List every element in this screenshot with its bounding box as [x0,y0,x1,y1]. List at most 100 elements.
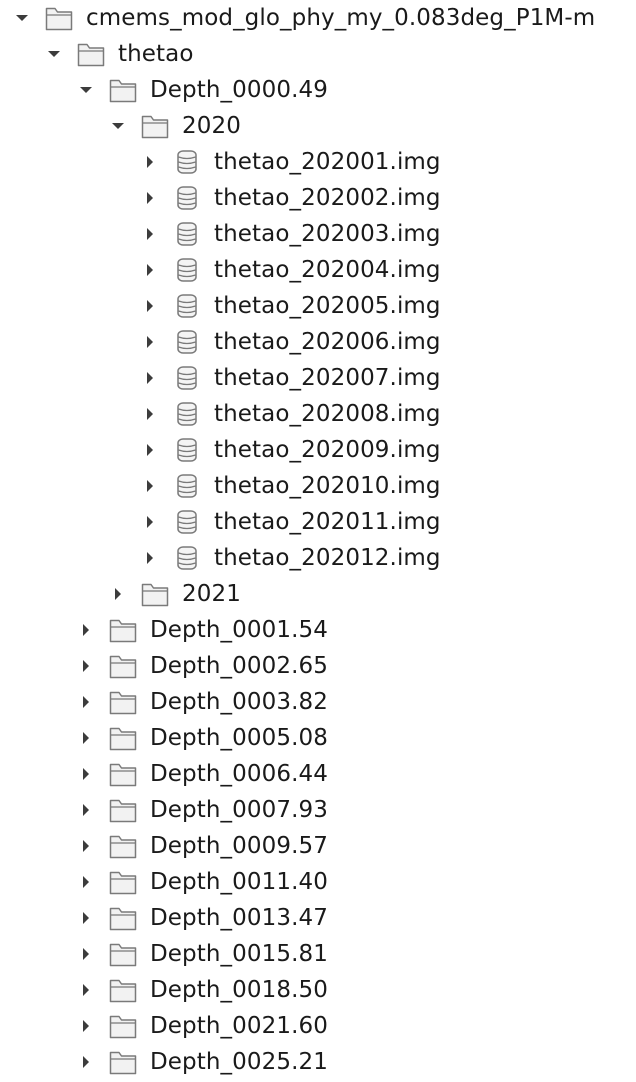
folder-icon [108,76,138,104]
chevron-right-icon[interactable] [76,872,96,892]
tree-item-folder[interactable]: Depth_0005.08 [0,720,636,756]
chevron-right-icon[interactable] [76,656,96,676]
tree-item-raster-layer[interactable]: thetao_202005.img [0,288,636,324]
chevron-right-icon[interactable] [140,476,160,496]
folder-icon [108,940,138,968]
tree-item-folder[interactable]: Depth_0001.54 [0,612,636,648]
tree-item-label: thetao_202011.img [214,509,441,535]
tree-item-label: Depth_0015.81 [150,941,328,967]
tree-item-raster-layer[interactable]: thetao_202002.img [0,180,636,216]
tree-item-label: 2020 [182,113,241,139]
tree-item-label: thetao_202006.img [214,329,441,355]
tree-item-label: Depth_0021.60 [150,1013,328,1039]
chevron-right-icon[interactable] [140,368,160,388]
chevron-right-icon[interactable] [76,764,96,784]
chevron-right-icon[interactable] [140,152,160,172]
chevron-right-icon[interactable] [76,800,96,820]
tree-item-label: 2021 [182,581,241,607]
tree-item-folder[interactable]: 2020 [0,108,636,144]
tree-item-raster-layer[interactable]: thetao_202004.img [0,252,636,288]
tree-item-raster-layer[interactable]: thetao_202006.img [0,324,636,360]
tree-item-label: Depth_0007.93 [150,797,328,823]
chevron-right-icon[interactable] [76,836,96,856]
tree-item-folder[interactable]: Depth_0025.21 [0,1044,636,1080]
chevron-right-icon[interactable] [140,224,160,244]
folder-icon [140,112,170,140]
tree-item-folder[interactable]: Depth_0011.40 [0,864,636,900]
tree-item-label: thetao_202004.img [214,257,441,283]
chevron-down-icon[interactable] [44,44,64,64]
tree-item-label: thetao_202012.img [214,545,441,571]
chevron-right-icon[interactable] [76,620,96,640]
chevron-right-icon[interactable] [76,944,96,964]
chevron-down-icon[interactable] [76,80,96,100]
folder-icon [108,1012,138,1040]
folder-icon [108,616,138,644]
tree-item-label: thetao_202008.img [214,401,441,427]
folder-icon [108,904,138,932]
tree-item-folder[interactable]: Depth_0021.60 [0,1008,636,1044]
tree-item-label: Depth_0003.82 [150,689,328,715]
tree-item-raster-layer[interactable]: thetao_202010.img [0,468,636,504]
chevron-right-icon[interactable] [108,584,128,604]
chevron-right-icon[interactable] [76,728,96,748]
chevron-right-icon[interactable] [76,980,96,1000]
tree-item-label: Depth_0011.40 [150,869,328,895]
chevron-right-icon[interactable] [140,440,160,460]
tree-item-raster-layer[interactable]: thetao_202011.img [0,504,636,540]
tree-item-raster-layer[interactable]: thetao_202001.img [0,144,636,180]
tree-item-raster-layer[interactable]: thetao_202008.img [0,396,636,432]
tree-item-folder[interactable]: Depth_0015.81 [0,936,636,972]
raster-layer-icon [172,364,202,392]
chevron-right-icon[interactable] [76,692,96,712]
chevron-right-icon[interactable] [76,1016,96,1036]
folder-icon [108,868,138,896]
browser-tree: cmems_mod_glo_phy_my_0.083deg_P1M-mtheta… [0,0,636,1082]
tree-item-folder[interactable]: Depth_0018.50 [0,972,636,1008]
chevron-right-icon[interactable] [140,512,160,532]
tree-item-label: cmems_mod_glo_phy_my_0.083deg_P1M-m [86,5,596,31]
chevron-right-icon[interactable] [140,332,160,352]
tree-item-label: Depth_0025.21 [150,1049,328,1075]
raster-layer-icon [172,256,202,284]
tree-item-folder[interactable]: thetao [0,36,636,72]
tree-item-folder[interactable]: Depth_0003.82 [0,684,636,720]
chevron-right-icon[interactable] [76,908,96,928]
folder-icon [44,4,74,32]
chevron-down-icon[interactable] [12,8,32,28]
tree-item-folder[interactable]: Depth_0009.57 [0,828,636,864]
folder-icon [108,760,138,788]
chevron-right-icon[interactable] [140,188,160,208]
raster-layer-icon [172,148,202,176]
chevron-right-icon[interactable] [140,404,160,424]
tree-item-folder[interactable]: 2021 [0,576,636,612]
raster-layer-icon [172,400,202,428]
tree-item-folder[interactable]: Depth_0000.49 [0,72,636,108]
chevron-right-icon[interactable] [140,548,160,568]
raster-layer-icon [172,220,202,248]
chevron-down-icon[interactable] [108,116,128,136]
tree-item-folder[interactable]: cmems_mod_glo_phy_my_0.083deg_P1M-m [0,0,636,36]
tree-item-folder[interactable]: Depth_0013.47 [0,900,636,936]
tree-item-label: thetao_202003.img [214,221,441,247]
chevron-right-icon[interactable] [76,1052,96,1072]
tree-item-raster-layer[interactable]: thetao_202012.img [0,540,636,576]
tree-item-folder[interactable]: Depth_0007.93 [0,792,636,828]
folder-icon [76,40,106,68]
tree-item-folder[interactable]: Depth_0002.65 [0,648,636,684]
chevron-right-icon[interactable] [140,260,160,280]
raster-layer-icon [172,544,202,572]
raster-layer-icon [172,328,202,356]
tree-item-folder[interactable]: Depth_0006.44 [0,756,636,792]
tree-item-label: thetao_202005.img [214,293,441,319]
tree-item-raster-layer[interactable]: thetao_202003.img [0,216,636,252]
tree-item-label: Depth_0013.47 [150,905,328,931]
folder-icon [140,580,170,608]
tree-item-raster-layer[interactable]: thetao_202009.img [0,432,636,468]
raster-layer-icon [172,292,202,320]
tree-item-label: thetao_202007.img [214,365,441,391]
tree-item-label: Depth_0002.65 [150,653,328,679]
tree-item-raster-layer[interactable]: thetao_202007.img [0,360,636,396]
chevron-right-icon[interactable] [140,296,160,316]
tree-item-label: thetao_202002.img [214,185,441,211]
